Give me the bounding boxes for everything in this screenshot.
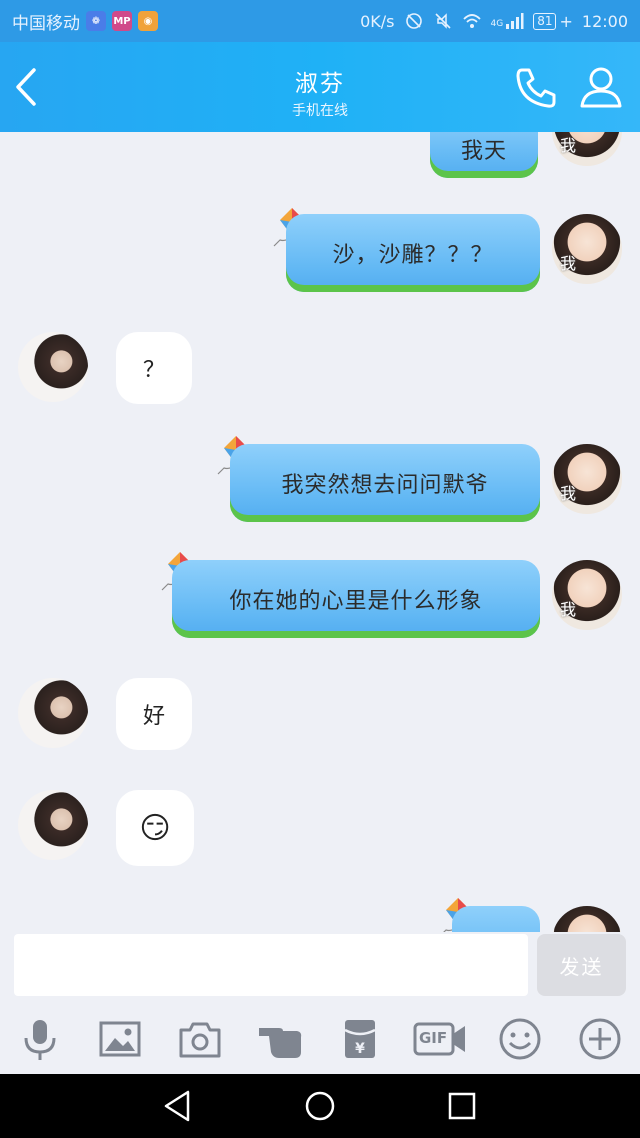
message-bubble-sent[interactable]: 我突然想去问问默爷 — [230, 444, 540, 522]
nav-home-icon[interactable] — [302, 1088, 338, 1124]
my-avatar[interactable]: 我 — [552, 560, 622, 630]
input-toolbar: ¥ GIF — [0, 1004, 640, 1074]
message-bubble-sent[interactable]: 我天 — [430, 132, 538, 178]
signal-icon — [506, 13, 524, 29]
send-button[interactable]: 发送 — [537, 934, 626, 996]
mute-icon — [434, 13, 451, 29]
my-avatar[interactable]: 我 — [552, 132, 622, 166]
message-list[interactable]: 我天 我 沙，沙雕？？？ 我 ？ 我突然想去问问默爷 我 你在她的心里是什么形象… — [0, 132, 640, 932]
chat-header: 淑芬 手机在线 — [0, 42, 640, 132]
message-bubble-received[interactable]: ？ — [116, 332, 192, 404]
message-text: 好 — [142, 704, 165, 729]
avatar-label: 我 — [560, 136, 577, 155]
message-text: 沙，沙雕？？？ — [332, 243, 494, 268]
message-bubble-sent[interactable]: 你在她的心里是什么形象 — [172, 560, 540, 638]
friend-avatar[interactable] — [18, 678, 88, 748]
message-input[interactable] — [14, 934, 528, 996]
nav-back-icon[interactable] — [160, 1088, 196, 1124]
message-text: ？ — [142, 358, 165, 383]
message-text: 我天 — [460, 139, 507, 164]
my-avatar[interactable]: 我 — [552, 214, 622, 284]
network-type: 4G — [490, 19, 504, 29]
phone-call-icon[interactable] — [512, 64, 560, 112]
status-bar: 中国移动 ❁ MP ◉ 0K/s 4G 81 + 12:00 — [0, 0, 640, 42]
message-bubble-sent[interactable] — [452, 906, 540, 932]
my-avatar[interactable]: 我 — [552, 444, 622, 514]
message-bubble-received[interactable]: 好 — [116, 678, 192, 750]
clock: 12:00 — [581, 11, 628, 31]
avatar-label: 我 — [560, 254, 577, 273]
system-nav-bar — [0, 1074, 640, 1138]
hd-call-icon — [405, 13, 422, 29]
carrier-name: 中国移动 — [12, 13, 80, 34]
gif-icon[interactable]: GIF — [413, 1016, 467, 1062]
plus-icon[interactable] — [577, 1016, 623, 1062]
svg-text:¥: ¥ — [355, 1041, 365, 1057]
emoji-icon[interactable] — [497, 1016, 543, 1062]
network-speed: 0K/s — [360, 11, 395, 31]
image-icon[interactable] — [97, 1016, 143, 1062]
friend-avatar[interactable] — [18, 790, 88, 860]
avatar-label: 我 — [560, 484, 577, 503]
friend-avatar[interactable] — [18, 332, 88, 402]
mp-app-icon: MP — [112, 11, 132, 31]
nav-recents-icon[interactable] — [444, 1088, 480, 1124]
camera-icon[interactable] — [177, 1016, 223, 1062]
smirk-emoji: 😏 — [139, 810, 171, 846]
poke-hand-icon[interactable] — [257, 1016, 303, 1062]
input-bar: 发送 — [0, 932, 640, 1004]
wifi-icon — [462, 14, 481, 28]
microphone-icon[interactable] — [17, 1016, 63, 1062]
weibo-icon: ◉ — [138, 11, 158, 31]
message-text: 我突然想去问问默爷 — [281, 473, 489, 498]
message-bubble-sent[interactable]: 沙，沙雕？？？ — [286, 214, 540, 292]
battery-level: 81 — [533, 12, 557, 30]
status-left: 中国移动 ❁ MP ◉ — [12, 9, 158, 34]
contact-profile-icon[interactable] — [578, 64, 624, 110]
message-text: 你在她的心里是什么形象 — [229, 589, 483, 614]
status-right: 0K/s 4G 81 + 12:00 — [360, 11, 628, 31]
baidu-paw-icon: ❁ — [86, 11, 106, 31]
red-packet-icon[interactable]: ¥ — [337, 1016, 383, 1062]
gif-label: GIF — [419, 1029, 448, 1047]
charging-icon: + — [559, 11, 573, 31]
message-bubble-received[interactable]: 😏 — [116, 790, 194, 866]
avatar-label: 我 — [560, 600, 577, 619]
my-avatar[interactable] — [552, 906, 622, 932]
